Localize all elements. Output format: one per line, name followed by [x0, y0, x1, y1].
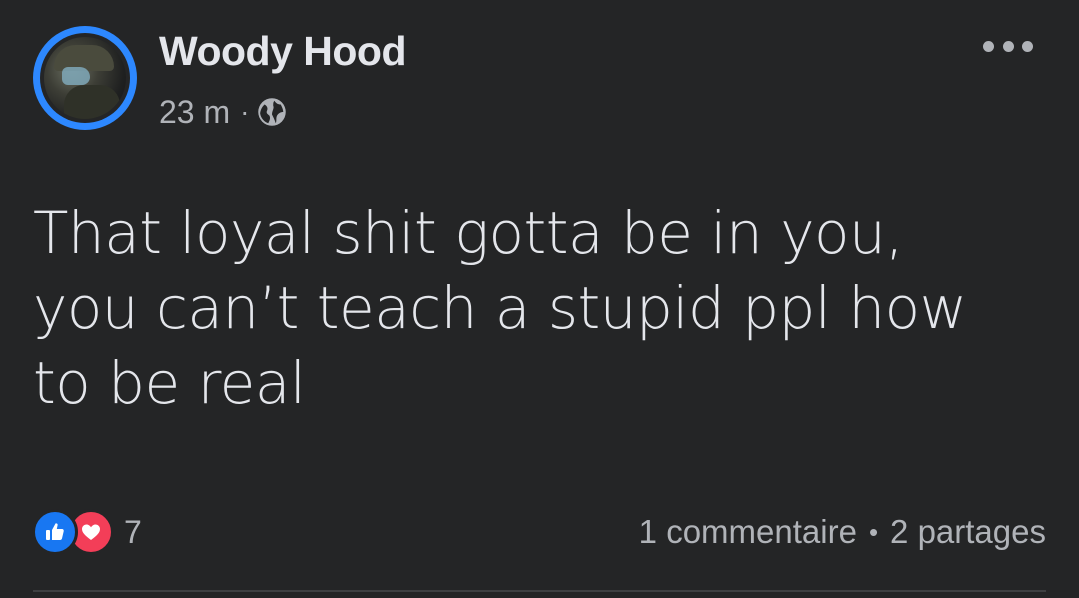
- facebook-post: Woody Hood 23 m · That loyal shit gotta …: [0, 0, 1079, 598]
- like-icon: [32, 509, 78, 555]
- post-body: That loyal shit gotta be in you, you can…: [33, 196, 1043, 421]
- more-options-icon[interactable]: [983, 33, 1033, 59]
- post-text-line: That loyal shit gotta be in you,: [33, 199, 904, 267]
- stats-separator: •: [868, 516, 879, 547]
- avatar-image: [44, 37, 126, 119]
- post-time[interactable]: 23 m: [159, 94, 230, 131]
- reactions-summary[interactable]: 7: [32, 509, 142, 555]
- comments-link[interactable]: 1 commentaire: [639, 513, 857, 551]
- meta-separator: ·: [240, 96, 250, 127]
- engagement-stats: 1 commentaire • 2 partages: [639, 511, 1046, 553]
- post-meta: 23 m ·: [159, 92, 287, 132]
- author-avatar[interactable]: [33, 26, 137, 130]
- shares-link[interactable]: 2 partages: [890, 513, 1046, 551]
- author-name[interactable]: Woody Hood: [159, 28, 407, 75]
- post-text-line: you can’t teach a stupid ppl how: [33, 274, 967, 342]
- reaction-count: 7: [124, 513, 142, 550]
- avatar-frame: [40, 33, 130, 123]
- globe-icon[interactable]: [257, 97, 287, 127]
- post-text-line: to be real: [33, 349, 306, 417]
- divider: [33, 590, 1046, 592]
